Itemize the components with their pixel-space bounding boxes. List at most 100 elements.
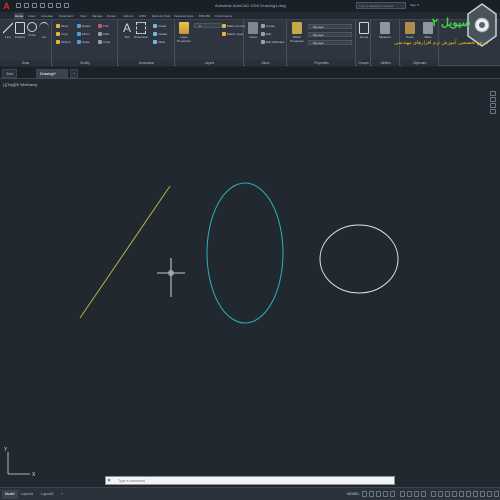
customization-icon[interactable] <box>494 491 499 497</box>
tab-parametric[interactable]: Parametric <box>58 13 75 20</box>
status-bar: Model Layout1 Layout2 + MODEL <box>0 487 500 500</box>
quick-properties-icon[interactable] <box>459 491 464 497</box>
open-file-icon[interactable] <box>24 3 29 8</box>
insert-tool[interactable]: Insert <box>246 22 260 39</box>
drawing-svg[interactable]: Y X <box>0 80 500 485</box>
fillet-tool[interactable]: Fillet <box>98 32 109 37</box>
tab-view[interactable]: View <box>79 13 87 20</box>
draw-panel-title[interactable]: Draw <box>0 60 51 66</box>
make-current-icon <box>222 24 226 29</box>
drawn-ellipse[interactable] <box>206 182 284 324</box>
lineweight-icon[interactable] <box>400 491 405 497</box>
match-layer-tool[interactable]: Match Layer <box>222 32 244 37</box>
lineweight-dropdown[interactable]: ByLayer <box>308 40 352 45</box>
layer-dropdown[interactable]: 0 <box>194 23 222 28</box>
3d-osnap-icon[interactable] <box>421 491 426 497</box>
zoom-icon[interactable] <box>490 103 496 108</box>
table-tool[interactable]: Table <box>153 40 165 45</box>
rotate-icon <box>77 24 81 29</box>
selection-cycling-icon[interactable] <box>414 491 419 497</box>
tab-manage[interactable]: Manage <box>91 13 104 20</box>
application-menu-button[interactable]: A <box>1 1 12 11</box>
tab-express-tools[interactable]: Express Tools <box>151 13 172 20</box>
command-close-icon[interactable]: ✕ <box>107 477 111 485</box>
leader-tool[interactable]: Leader <box>153 32 167 37</box>
start-tab[interactable]: Start <box>2 69 18 78</box>
drawn-circle[interactable] <box>319 224 399 294</box>
transparency-icon[interactable] <box>407 491 412 497</box>
model-space-toggle[interactable]: MODEL <box>347 491 359 497</box>
layers-panel-title[interactable]: Layers <box>176 60 243 66</box>
lock-ui-icon[interactable] <box>466 491 471 497</box>
command-input[interactable] <box>118 478 388 484</box>
stretch-tool[interactable]: Stretch <box>56 40 71 45</box>
drawing1-tab[interactable]: Drawing1* <box>36 69 68 78</box>
new-file-icon[interactable] <box>16 3 21 8</box>
text-tool[interactable]: A Text <box>120 22 134 39</box>
clean-screen-icon[interactable] <box>487 491 492 497</box>
tab-bim-360[interactable]: BIM 360 <box>198 13 211 20</box>
edit-block-tool[interactable]: Edit <box>261 32 271 37</box>
group-tool[interactable]: Group <box>357 22 371 39</box>
isolate-objects-icon[interactable] <box>473 491 478 497</box>
units-icon[interactable] <box>452 491 457 497</box>
annotation-scale-icon[interactable] <box>431 491 436 497</box>
grid-icon[interactable] <box>362 491 367 497</box>
dimension-tool[interactable]: Dimension <box>134 22 148 39</box>
trim-tool[interactable]: Trim <box>98 24 109 29</box>
tab-add-ins[interactable]: Add-ins <box>122 13 134 20</box>
new-tab-button[interactable]: + <box>70 69 78 78</box>
save-icon[interactable] <box>32 3 37 8</box>
tab-insert[interactable]: Insert <box>27 13 37 20</box>
block-panel-title[interactable]: Block <box>245 60 286 66</box>
hardware-acceleration-icon[interactable] <box>480 491 485 497</box>
workspace-icon[interactable] <box>438 491 443 497</box>
annotation-panel-title[interactable]: Annotation <box>119 60 174 66</box>
pan-icon[interactable] <box>490 97 496 102</box>
make-current-tool[interactable]: Make Current <box>222 24 245 29</box>
color-dropdown[interactable]: ByLayer <box>308 24 352 29</box>
scale-tool[interactable]: Scale <box>77 40 90 45</box>
orbit-icon[interactable] <box>490 109 496 114</box>
array-tool[interactable]: Array <box>98 40 110 45</box>
arc-tool[interactable]: Arc <box>37 22 51 39</box>
measure-tool[interactable]: Measure <box>378 22 392 39</box>
layer-properties-tool[interactable]: Layer Properties <box>177 22 191 43</box>
match-properties-tool[interactable]: Match Properties <box>289 22 305 43</box>
model-tab[interactable]: Model <box>2 490 18 499</box>
groups-panel-title[interactable]: Groups <box>357 60 370 66</box>
steeringwheel-icon[interactable] <box>490 91 496 96</box>
snap-icon[interactable] <box>369 491 374 497</box>
linetype-dropdown[interactable]: ByLayer <box>308 32 352 37</box>
tab-home[interactable]: Home <box>14 13 25 20</box>
viewport-controls[interactable]: [-][Top][2D Wireframe] <box>3 83 37 87</box>
tab-output[interactable]: Output <box>106 13 117 20</box>
plot-icon[interactable] <box>48 3 53 8</box>
copy-tool[interactable]: Copy <box>56 32 68 37</box>
polar-icon[interactable] <box>383 491 388 497</box>
tab-a360[interactable]: A360 <box>138 13 147 20</box>
tab-performance[interactable]: Performance <box>214 13 233 20</box>
ortho-icon[interactable] <box>376 491 381 497</box>
edit-attributes-tool[interactable]: Edit Attributes <box>261 40 285 45</box>
layout1-tab[interactable]: Layout1 <box>18 490 36 499</box>
tab-annotate[interactable]: Annotate <box>40 13 54 20</box>
linear-tool[interactable]: Linear <box>153 24 166 29</box>
modify-panel-title[interactable]: Modify <box>53 60 117 66</box>
properties-panel-title[interactable]: Properties <box>288 60 355 66</box>
redo-icon[interactable] <box>64 3 69 8</box>
rotate-tool[interactable]: Rotate <box>77 24 91 29</box>
new-layout-button[interactable]: + <box>58 490 66 499</box>
drawn-line[interactable] <box>79 185 171 319</box>
drawing-canvas[interactable]: Y X <box>0 80 500 485</box>
create-block-tool[interactable]: Create <box>261 24 275 29</box>
dimension-icon <box>136 22 146 34</box>
mirror-tool[interactable]: Mirror <box>77 32 90 37</box>
move-tool[interactable]: Move <box>56 24 68 29</box>
annotation-monitor-icon[interactable] <box>445 491 450 497</box>
save-as-icon[interactable] <box>40 3 45 8</box>
tab-featured-apps[interactable]: Featured Apps <box>173 13 195 20</box>
undo-icon[interactable] <box>56 3 61 8</box>
layout2-tab[interactable]: Layout2 <box>38 490 56 499</box>
osnap-icon[interactable] <box>390 491 395 497</box>
